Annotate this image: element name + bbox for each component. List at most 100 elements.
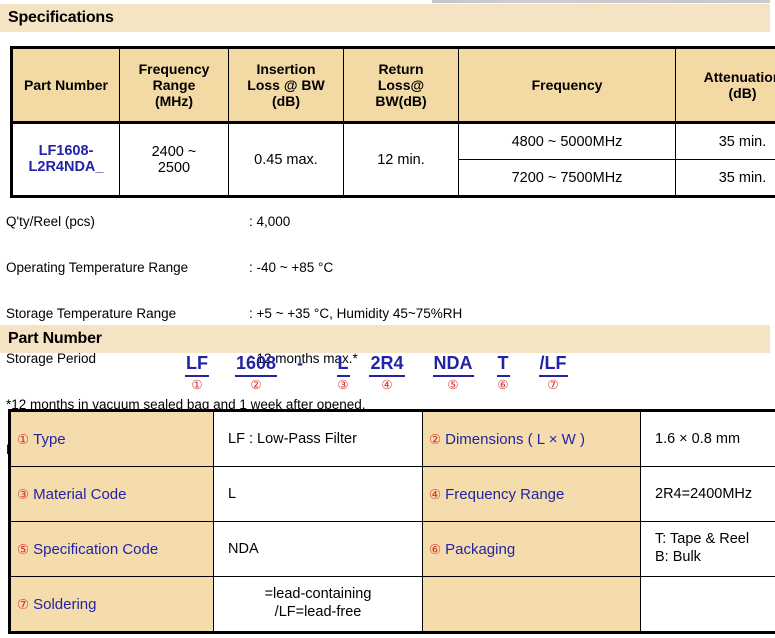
header-frequency-range: Frequency Range (MHz) bbox=[119, 46, 229, 124]
pn-label-text: Material Code bbox=[33, 485, 127, 503]
cell-attenuation-value-1: 35 min. bbox=[675, 122, 775, 160]
pn-label-text: Soldering bbox=[33, 595, 97, 613]
part-number-token-index-6: ⑤ bbox=[447, 378, 459, 392]
header-part-number: Part Number bbox=[10, 46, 120, 124]
pn-label-specification-code: ⑤ Specification Code bbox=[8, 521, 214, 577]
cell-part-number-line2: L2R4NDA_ bbox=[28, 158, 104, 175]
part-number-token-text: - bbox=[297, 353, 303, 373]
header-frequency-range-line1: Frequency bbox=[138, 60, 210, 77]
note-label: Storage Temperature Range bbox=[6, 305, 177, 321]
pn-label-material-code: ③ Material Code bbox=[8, 466, 214, 522]
pn-label-text: Packaging bbox=[445, 540, 516, 558]
pn-label-packaging: ⑥ Packaging bbox=[422, 521, 641, 577]
cell-attenuation-value-2: 35 min. bbox=[675, 159, 775, 198]
part-number-token-text: 1608 bbox=[234, 353, 278, 377]
pn-value-empty bbox=[640, 576, 775, 634]
note-value: : +5 ~ +35 °C, Humidity 45~75%RH bbox=[249, 305, 463, 321]
note-label: Operating Temperature Range bbox=[6, 260, 189, 275]
table-row: ① Type LF : Low-Pass Filter ② Dimensions (… bbox=[8, 409, 775, 467]
part-number-token-5: 2R4 bbox=[360, 353, 414, 377]
header-insertion-loss-line1: Insertion bbox=[256, 60, 316, 77]
header-attenuation: Attenuation (dB) bbox=[675, 46, 775, 124]
pn-value-packaging-line2: B: Bulk bbox=[655, 549, 701, 565]
pn-value-packaging: T: Tape & Reel B: Bulk bbox=[640, 521, 775, 577]
part-number-token-index-4: ③ bbox=[337, 378, 349, 392]
circled-number-icon: ③ bbox=[17, 486, 30, 502]
header-frequency-range-line3: (MHz) bbox=[154, 93, 194, 110]
specifications-section-title: Specifications bbox=[0, 4, 770, 32]
part-number-table: ① Type LF : Low-Pass Filter ② Dimensions (… bbox=[8, 409, 775, 634]
part-number-token-text: L bbox=[336, 353, 350, 377]
header-frequency: Frequency bbox=[458, 46, 676, 124]
cell-frequency-range-line2: 2500 bbox=[157, 159, 191, 176]
part-number-token-index-8: ⑦ bbox=[547, 378, 559, 392]
circled-number-icon: ① bbox=[17, 431, 30, 447]
pn-value-soldering-line2: /LF=lead-free bbox=[274, 604, 362, 620]
header-insertion-loss-line2: Loss @ BW bbox=[247, 76, 325, 93]
pn-value-specification-code: NDA bbox=[213, 521, 423, 577]
datasheet-page: Specifications Part Number Frequency Ran… bbox=[0, 0, 775, 638]
table-row: ③ Material Code L ④ Frequency Range 2R4=24… bbox=[8, 466, 775, 522]
note-value: : 4,000 bbox=[249, 214, 291, 230]
part-number-token-text: 2R4 bbox=[369, 353, 405, 377]
header-return-loss: Return Loss@ BW(dB) bbox=[343, 46, 459, 124]
part-number-token-1: LF bbox=[174, 353, 220, 377]
pn-value-type: LF : Low-Pass Filter bbox=[213, 409, 423, 467]
cell-frequency-range-line1: 2400 ~ bbox=[151, 143, 197, 160]
note-label: Q'ty/Reel (pcs) bbox=[6, 214, 95, 230]
table-row: ⑦ Soldering =lead-containing /LF=lead-fre… bbox=[8, 576, 775, 634]
circled-number-icon: ⑥ bbox=[429, 541, 442, 557]
circled-number-icon: ② bbox=[429, 431, 442, 447]
pn-label-text: Specification Code bbox=[33, 540, 159, 558]
cell-attenuation-frequency-1: 4800 ~ 5000MHz bbox=[458, 122, 676, 160]
part-number-token-text: T bbox=[496, 353, 510, 377]
note-row: Q'ty/Reel (pcs) : 4,000 bbox=[6, 214, 462, 229]
circled-number-icon: ④ bbox=[429, 486, 442, 502]
header-return-loss-line2: Loss@ bbox=[377, 76, 425, 93]
table-row: ⑤ Specification Code NDA ⑥ Packaging T: Ta… bbox=[8, 521, 775, 577]
header-insertion-loss: Insertion Loss @ BW (dB) bbox=[228, 46, 344, 124]
part-number-token-6: NDA bbox=[424, 353, 482, 377]
part-number-token-text: LF bbox=[185, 353, 209, 377]
part-number-token-text: NDA bbox=[432, 353, 474, 377]
part-number-token-4: L bbox=[330, 353, 356, 377]
part-number-token-7: T bbox=[490, 353, 516, 377]
spec-data-row-1: LF1608- L2R4NDA_ 2400 ~ 2500 0.45 max. 1… bbox=[10, 122, 775, 198]
pn-value-dimensions: 1.6 × 0.8 mm bbox=[640, 409, 775, 467]
top-edge-strip bbox=[432, 0, 770, 3]
part-number-token-text: /LF bbox=[538, 353, 568, 377]
part-number-section-title: Part Number bbox=[0, 325, 770, 353]
part-number-token-index-7: ⑥ bbox=[497, 378, 509, 392]
pn-label-soldering: ⑦ Soldering bbox=[8, 576, 214, 634]
part-number-token-index-2: ② bbox=[250, 378, 262, 392]
pn-value-frequency-range: 2R4=2400MHz bbox=[640, 466, 775, 522]
part-number-token-index-1: ① bbox=[191, 378, 203, 392]
pn-value-soldering: =lead-containing /LF=lead-free bbox=[213, 576, 423, 634]
header-return-loss-line3: BW(dB) bbox=[375, 93, 427, 110]
part-number-token-index-5: ④ bbox=[381, 378, 393, 392]
header-frequency-range-line2: Range bbox=[152, 76, 196, 93]
pn-label-text: Type bbox=[33, 430, 66, 448]
specifications-table: Part Number Frequency Range (MHz) Insert… bbox=[10, 46, 775, 198]
pn-value-soldering-line1: =lead-containing bbox=[264, 586, 372, 603]
pn-label-text: Dimensions ( L × W ) bbox=[445, 430, 586, 448]
cell-part-number-line1: LF1608- bbox=[38, 142, 94, 159]
part-number-breakdown-string: LF ① 1608 ② - L ③ 2R4 ④ NDA ⑤ T ⑥/LF ⑦ bbox=[0, 353, 775, 401]
part-number-token-3: - bbox=[290, 353, 310, 375]
pn-label-type: ① Type bbox=[8, 409, 214, 467]
note-row: Storage Temperature Range : +5 ~ +35 °C, … bbox=[6, 306, 462, 321]
header-insertion-loss-line3: (dB) bbox=[272, 93, 300, 110]
note-row: Operating Temperature Range : -40 ~ +85 °… bbox=[6, 260, 462, 275]
pn-label-dimensions: ② Dimensions ( L × W ) bbox=[422, 409, 641, 467]
header-attenuation-line2: (dB) bbox=[728, 85, 757, 101]
header-attenuation-line1: Attenuation bbox=[703, 68, 775, 85]
part-number-token-2: 1608 bbox=[224, 353, 288, 377]
circled-number-icon: ⑦ bbox=[17, 596, 30, 612]
cell-attenuation-frequency-2: 7200 ~ 7500MHz bbox=[458, 159, 676, 198]
pn-value-packaging-line1: T: Tape & Reel bbox=[655, 531, 750, 548]
pn-label-text: Frequency Range bbox=[445, 485, 565, 503]
part-number-token-8: /LF bbox=[528, 353, 578, 377]
note-value: : -40 ~ +85 °C bbox=[249, 260, 334, 275]
pn-value-material-code: L bbox=[213, 466, 423, 522]
header-return-loss-line1: Return bbox=[378, 60, 424, 77]
